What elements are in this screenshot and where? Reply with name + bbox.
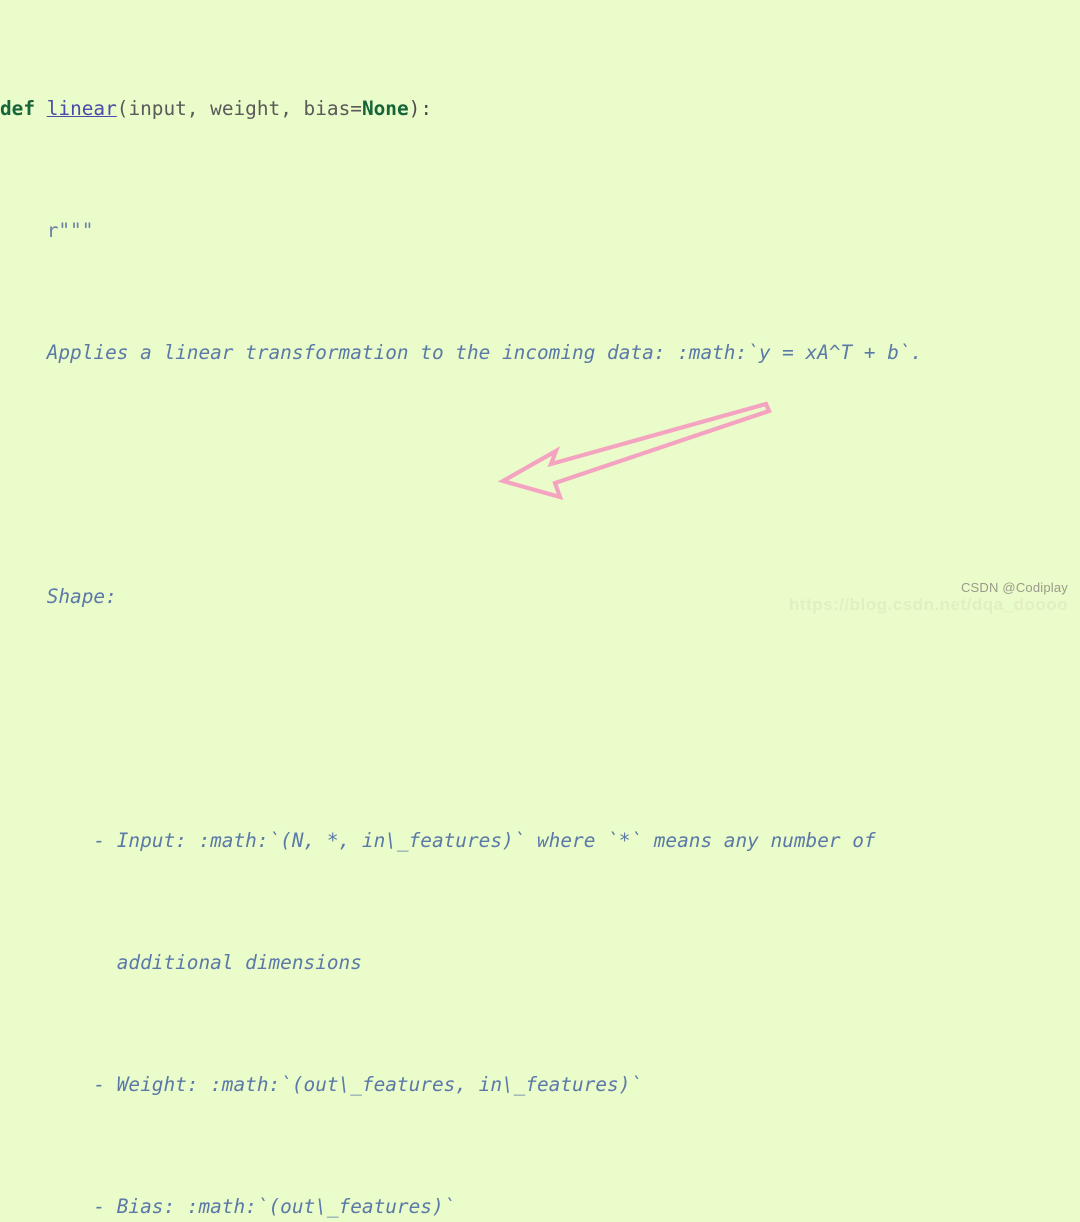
- code-line-10-shape-bias: - Bias: :math:`(out\_features)`: [0, 1192, 1080, 1222]
- code-line-7-shape-input: - Input: :math:`(N, *, in\_features)` wh…: [0, 826, 1080, 857]
- code-line-4-blank: [0, 460, 1080, 491]
- function-name-linear: linear: [47, 97, 117, 120]
- keyword-def: def: [0, 97, 35, 120]
- function-params-pre: (input, weight, bias=: [117, 97, 362, 120]
- code-line-6-blank: [0, 704, 1080, 735]
- code-line-1: def linear(input, weight, bias=None):: [0, 94, 1080, 125]
- code-line-2-docstring-open: r""": [0, 216, 1080, 247]
- space: [35, 97, 47, 120]
- keyword-none-default: None: [362, 97, 409, 120]
- watermark-url: https://blog.csdn.net/dqa_doooo: [789, 595, 1068, 615]
- function-params-post: ):: [409, 97, 432, 120]
- code-line-3-docstring-summary: Applies a linear transformation to the i…: [0, 338, 1080, 369]
- code-viewer: def linear(input, weight, bias=None): r"…: [0, 0, 1080, 611]
- code-line-8-shape-input-cont: additional dimensions: [0, 948, 1080, 979]
- watermark-label: CSDN @Codiplay: [961, 580, 1068, 595]
- code-line-9-shape-weight: - Weight: :math:`(out\_features, in\_fea…: [0, 1070, 1080, 1101]
